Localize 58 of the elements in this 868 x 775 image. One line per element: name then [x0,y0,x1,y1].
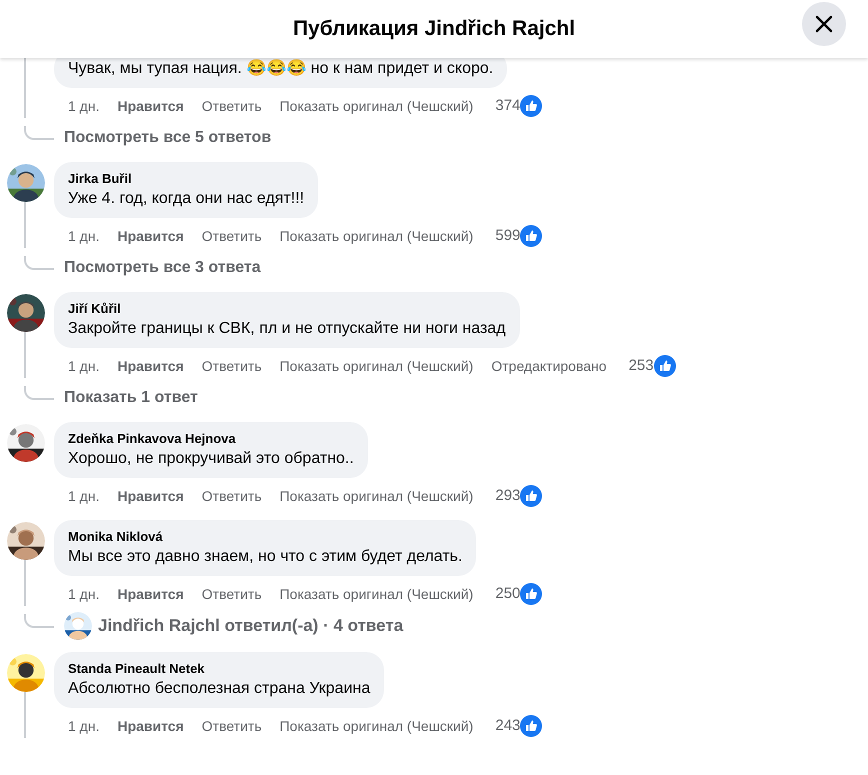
translate-link[interactable]: Показать оригинал (Чешский) [280,356,474,376]
timestamp: 1 дн. [68,584,100,604]
translate-link[interactable]: Показать оригинал (Чешский) [280,226,474,246]
like-link[interactable]: Нравится [117,226,184,246]
thread-connector [24,256,54,270]
reply-link[interactable]: Ответить [202,584,262,604]
comment-text: Уже 4. год, когда они нас едят!!! [68,189,304,209]
reply-link[interactable]: Ответить [202,486,262,506]
thumbs-up-icon [520,225,542,247]
translate-link[interactable]: Показать оригинал (Чешский) [280,96,474,116]
reply-link[interactable]: Ответить [202,226,262,246]
translate-link[interactable]: Показать оригинал (Чешский) [280,486,474,506]
like-link[interactable]: Нравится [117,584,184,604]
author-name[interactable]: Zdeňka Pinkavova Hejnova [68,430,354,448]
reply-link[interactable]: Ответить [202,96,262,116]
view-replies-link[interactable]: Показать 1 ответ [64,386,198,410]
thumbs-up-icon [520,715,542,737]
reply-link[interactable]: Ответить [202,356,262,376]
thread-connector [24,614,54,628]
author-name[interactable]: Jiří Kůřil [68,300,506,318]
close-icon [815,15,833,33]
thread-connector [24,126,54,140]
dialog-title: Публикация Jindřich Rajchl [292,16,576,42]
view-replies-link[interactable]: Jindřich Rajchl ответил(-а) · 4 ответа [98,614,404,638]
thread-connector [24,386,54,400]
thumbs-up-icon [520,95,542,117]
thumbs-up-icon [654,355,676,377]
close-button[interactable] [802,2,846,46]
timestamp: 1 дн. [68,716,100,736]
comment-text: Абсолютно бесполезная страна Украина [68,679,370,699]
comment-text: Хорошо, не прокручивай это обратно.. [68,449,354,469]
reply-link[interactable]: Ответить [202,716,262,736]
author-name[interactable]: Jirka Buřil [68,170,304,188]
thumbs-up-icon [520,485,542,507]
view-replies-link[interactable]: Посмотреть все 3 ответа [64,256,261,280]
translate-link[interactable]: Показать оригинал (Чешский) [280,584,474,604]
author-name[interactable]: Monika Niklová [68,528,462,546]
timestamp: 1 дн. [68,486,100,506]
timestamp: 1 дн. [68,226,100,246]
like-count: 374 [495,96,520,116]
timestamp: 1 дн. [68,96,100,116]
timestamp: 1 дн. [68,356,100,376]
comment-text: Чувак, мы тупая нация. 😂😂😂 но к нам придет и скоро. [68,58,494,79]
like-count: 599 [495,226,520,246]
comment-text: Закройте границы к СВК, пл и не отпускайте ни ноги назад [68,319,506,339]
like-link[interactable]: Нравится [117,356,184,376]
translate-link[interactable]: Показать оригинал (Чешский) [280,716,474,736]
like-link[interactable]: Нравится [117,96,184,116]
like-count: 243 [495,716,520,736]
author-name[interactable]: Standa Pineault Netek [68,660,370,678]
like-count: 250 [495,584,520,604]
like-link[interactable]: Нравится [117,716,184,736]
like-count: 253 [628,356,654,376]
comment-text: Мы все это давно знаем, но что с этим будет делать. [68,547,462,567]
view-replies-link[interactable]: Посмотреть все 5 ответов [64,126,272,150]
thumbs-up-icon [520,583,542,605]
like-link[interactable]: Нравится [117,486,184,506]
like-count: 293 [495,486,520,506]
